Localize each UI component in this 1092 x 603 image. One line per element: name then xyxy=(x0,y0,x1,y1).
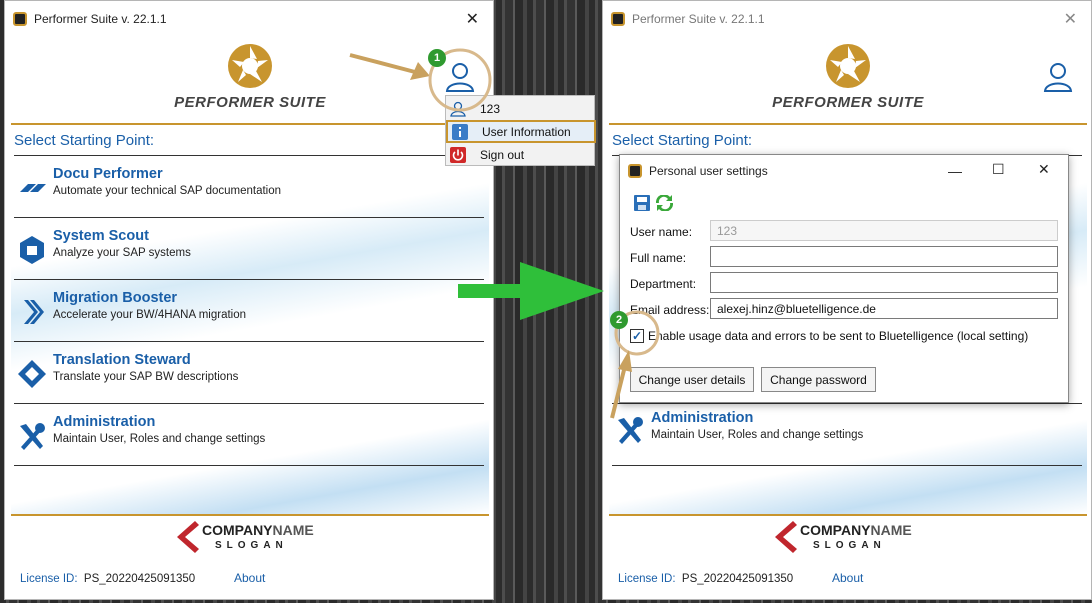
item-desc: Maintain User, Roles and change settings xyxy=(53,433,266,445)
full-name-label: Full name: xyxy=(630,251,687,265)
item-desc: Analyze your SAP systems xyxy=(53,247,191,259)
user-account-icon[interactable] xyxy=(445,61,475,93)
app-icon xyxy=(13,12,27,26)
performer-logo: PERFORMER SUITE xyxy=(5,43,495,111)
item-name: Administration xyxy=(651,410,754,426)
window-title: Performer Suite v. 22.1.1 xyxy=(632,12,765,26)
divider xyxy=(14,465,484,466)
app-icon xyxy=(611,12,625,26)
license-info: License ID: PS_20220425091350 xyxy=(618,573,794,585)
select-starting-point-label: Select Starting Point: xyxy=(14,132,155,149)
save-icon[interactable] xyxy=(634,195,650,211)
info-icon xyxy=(452,123,468,140)
item-migration-booster[interactable]: Migration Booster Accelerate your BW/4HA… xyxy=(14,279,484,341)
docu-performer-icon xyxy=(20,184,46,192)
app-icon xyxy=(628,164,642,178)
company-logo: COMPANYNAME SLOGAN xyxy=(773,519,923,555)
company-name: COMPANYNAME xyxy=(202,522,314,538)
main-window-left: Performer Suite v. 22.1.1 ✕ PERFORMER SU… xyxy=(4,0,494,600)
company-logo: COMPANYNAME SLOGAN xyxy=(175,519,325,555)
user-name-field: 123 xyxy=(710,220,1058,241)
maximize-icon[interactable]: ☐ xyxy=(992,161,1005,178)
menu-item-sign-out[interactable]: Sign out xyxy=(446,143,596,166)
logo-text: PERFORMER SUITE xyxy=(772,94,924,111)
item-name: System Scout xyxy=(53,228,149,244)
title-bar: Performer Suite v. 22.1.1 xyxy=(603,1,1091,37)
window-title: Performer Suite v. 22.1.1 xyxy=(34,12,167,26)
step-badge-2: 2 xyxy=(610,311,628,329)
power-icon xyxy=(450,146,466,163)
item-name: Administration xyxy=(53,414,156,430)
license-info: License ID: PS_20220425091350 xyxy=(20,573,196,585)
aperture-logo-icon xyxy=(826,44,870,88)
menu-item-user-information[interactable]: User Information xyxy=(446,120,596,143)
about-link[interactable]: About xyxy=(234,571,265,585)
close-icon[interactable]: ✕ xyxy=(1038,161,1050,178)
chevron-logo-icon xyxy=(177,521,199,553)
usage-data-checkbox[interactable]: ✓ xyxy=(630,329,644,343)
item-docu-performer[interactable]: Docu Performer Automate your technical S… xyxy=(14,155,484,217)
dialog-title: Personal user settings xyxy=(649,164,768,178)
item-system-scout[interactable]: System Scout Analyze your SAP systems xyxy=(14,217,484,279)
about-link[interactable]: About xyxy=(832,571,863,585)
chevron-logo-icon xyxy=(775,521,797,553)
company-slogan: SLOGAN xyxy=(813,540,886,551)
divider xyxy=(612,465,1082,466)
start-panel: Select Starting Point: Docu Performer Au… xyxy=(11,123,489,516)
administration-icon xyxy=(618,417,643,444)
aperture-logo-icon xyxy=(228,44,272,88)
item-administration[interactable]: Administration Maintain User, Roles and … xyxy=(14,403,484,465)
minimize-icon[interactable]: — xyxy=(948,163,962,179)
user-account-icon[interactable] xyxy=(1043,61,1073,93)
logo-text: PERFORMER SUITE xyxy=(174,94,326,111)
title-bar: Performer Suite v. 22.1.1 xyxy=(5,1,493,37)
department-label: Department: xyxy=(630,277,697,291)
change-user-details-button[interactable]: Change user details xyxy=(630,367,754,392)
item-desc: Maintain User, Roles and change settings xyxy=(651,429,864,441)
full-name-field[interactable] xyxy=(710,246,1058,267)
company-name: COMPANYNAME xyxy=(800,522,912,538)
personal-user-settings-dialog: Personal user settings — ☐ ✕ User name: … xyxy=(619,154,1069,403)
translation-steward-icon xyxy=(18,360,46,388)
item-translation-steward[interactable]: Translation Steward Translate your SAP B… xyxy=(14,341,484,403)
item-desc: Translate your SAP BW descriptions xyxy=(53,371,239,383)
email-label: Email address: xyxy=(630,303,710,317)
item-desc: Automate your technical SAP documentatio… xyxy=(53,185,282,197)
migration-booster-icon xyxy=(24,300,44,324)
item-administration[interactable]: Administration Maintain User, Roles and … xyxy=(612,403,1082,465)
close-icon[interactable]: ✕ xyxy=(466,9,479,29)
administration-icon xyxy=(20,423,45,450)
email-field[interactable]: alexej.hinz@bluetelligence.de xyxy=(710,298,1058,319)
user-icon xyxy=(450,101,466,117)
item-desc: Accelerate your BW/4HANA migration xyxy=(53,309,247,321)
department-field[interactable] xyxy=(710,272,1058,293)
system-scout-icon xyxy=(20,236,44,264)
user-name-label: User name: xyxy=(630,225,693,239)
select-starting-point-label: Select Starting Point: xyxy=(612,132,753,149)
close-icon[interactable]: ✕ xyxy=(1064,9,1077,29)
company-slogan: SLOGAN xyxy=(215,540,288,551)
item-name: Translation Steward xyxy=(53,352,191,368)
change-password-button[interactable]: Change password xyxy=(761,367,876,392)
item-name: Migration Booster xyxy=(53,290,178,306)
step-badge-1: 1 xyxy=(428,49,446,67)
menu-item-username[interactable]: 123 xyxy=(446,97,596,120)
item-name: Docu Performer xyxy=(53,166,163,182)
usage-data-label: Enable usage data and errors to be sent … xyxy=(648,329,1029,343)
starting-point-list: Docu Performer Automate your technical S… xyxy=(14,155,484,466)
performer-logo: PERFORMER SUITE xyxy=(603,43,1092,111)
refresh-icon[interactable] xyxy=(656,195,673,211)
user-dropdown-menu: 123 User Information Sign out xyxy=(445,95,596,166)
